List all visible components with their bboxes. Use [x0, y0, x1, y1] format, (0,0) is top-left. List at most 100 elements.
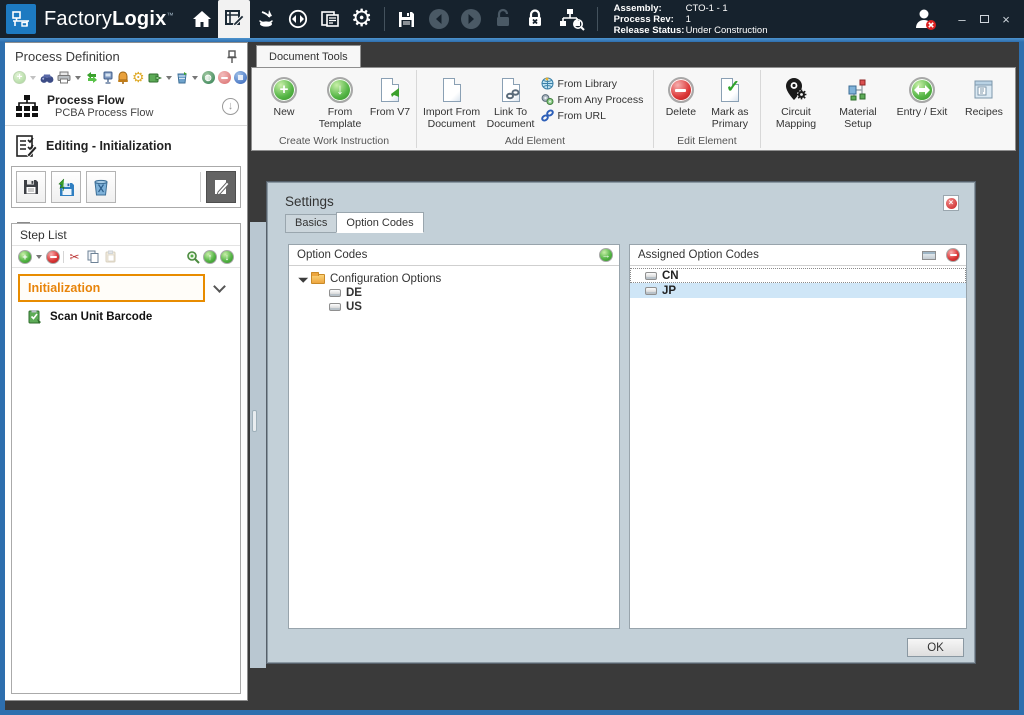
dropdown-caret-icon[interactable]	[75, 76, 81, 80]
move-down-icon[interactable]: ↓	[220, 250, 234, 264]
assign-option-icon[interactable]: →	[599, 248, 613, 262]
tree-node-configuration-options[interactable]: Configuration Options	[299, 271, 615, 286]
step-row-initialization[interactable]: Initialization	[18, 274, 234, 302]
close-button[interactable]: ×	[998, 11, 1014, 27]
test-station-icon[interactable]	[102, 70, 114, 85]
dropdown-caret-icon[interactable]	[30, 76, 36, 80]
editing-header: Editing - Initialization	[5, 128, 247, 164]
process-rev-value: 1	[686, 14, 691, 25]
new-button[interactable]: + New	[256, 72, 312, 119]
rename-icon[interactable]	[922, 251, 936, 260]
option-codes-tree: Configuration Options DE US	[289, 266, 619, 314]
sync-icon[interactable]	[85, 70, 99, 85]
delete-button[interactable]: Delete	[658, 72, 704, 119]
editing-label: Editing - Initialization	[46, 139, 172, 153]
maximize-icon	[980, 15, 989, 23]
minimize-button[interactable]: –	[954, 11, 970, 27]
from-library-button[interactable]: From Library	[541, 77, 644, 90]
home-icon[interactable]	[186, 0, 218, 38]
entry-exit-arrows-icon	[909, 77, 935, 103]
zoom-step-icon[interactable]	[185, 249, 200, 264]
move-up-icon[interactable]: ↑	[203, 250, 217, 264]
ok-button[interactable]: OK	[907, 638, 964, 657]
save-icon[interactable]	[391, 0, 423, 38]
process-search-icon[interactable]	[551, 0, 591, 38]
back-icon[interactable]	[423, 0, 455, 38]
add-step-icon[interactable]: +	[18, 250, 32, 264]
delete-instruction-button[interactable]	[86, 171, 116, 203]
step-list-panel: Step List + ✂ ↑ ↓ Initialization S	[11, 223, 241, 694]
panel-splitter[interactable]	[250, 222, 266, 668]
dialog-close-button[interactable]: ×	[943, 195, 959, 211]
option-codes-panel: Option Codes → Configuration Options DE …	[288, 244, 620, 629]
splitter-grip[interactable]	[252, 410, 257, 432]
from-url-button[interactable]: From URL	[541, 109, 644, 122]
remove-icon[interactable]	[218, 70, 231, 85]
expand-down-icon[interactable]: ↓	[222, 98, 239, 115]
divider	[5, 125, 247, 126]
gear-yellow-icon[interactable]: ⚙	[132, 70, 145, 85]
from-template-button[interactable]: ↓ From Template	[312, 72, 368, 130]
print-icon[interactable]	[57, 70, 71, 85]
editing-checklist-icon	[15, 134, 37, 158]
delete-minus-icon	[668, 77, 694, 103]
process-flow-row[interactable]: Process Flow PCBA Process Flow ↓	[5, 87, 247, 123]
primary-check-icon: ✓	[721, 78, 739, 102]
from-v7-button[interactable]: From V7	[368, 72, 412, 119]
maximize-button[interactable]	[976, 11, 992, 27]
option-code-icon	[645, 272, 657, 280]
unlock-icon[interactable]	[487, 0, 519, 38]
dropdown-caret-icon[interactable]	[192, 76, 198, 80]
settings-gear-icon[interactable]: ⚙	[346, 0, 378, 38]
process-definition-panel: Process Definition + ⚙ ◍ Process Flow	[5, 42, 248, 701]
export-flag-icon[interactable]	[148, 70, 162, 85]
recipes-button[interactable]: Recipes	[961, 72, 1007, 150]
dropdown-caret-icon[interactable]	[166, 76, 172, 80]
chevron-down-icon[interactable]	[213, 280, 226, 293]
stop-icon[interactable]	[234, 70, 247, 85]
edit-instruction-toggle[interactable]	[206, 171, 236, 203]
tab-document-tools[interactable]: Document Tools	[256, 45, 361, 67]
unassign-option-icon[interactable]	[946, 248, 960, 262]
assigned-item-cn[interactable]: CN	[630, 268, 966, 283]
app-logo-icon[interactable]	[6, 4, 36, 34]
tree-node-de[interactable]: DE	[299, 286, 615, 300]
bell-icon[interactable]	[117, 70, 129, 85]
mark-as-primary-button[interactable]: ✓ Mark as Primary	[704, 72, 756, 130]
link-to-document-button[interactable]: Link To Document	[483, 72, 539, 130]
step-row-scan-unit-barcode[interactable]: Scan Unit Barcode	[12, 302, 240, 324]
copy-icon[interactable]	[85, 249, 100, 264]
archive-icon[interactable]	[176, 70, 188, 85]
from-any-process-button[interactable]: From Any Process	[541, 93, 644, 106]
process-definition-icon[interactable]	[218, 0, 250, 38]
tree-node-us[interactable]: US	[299, 300, 615, 314]
import-from-document-button[interactable]: Import From Document	[421, 72, 483, 130]
recipes-icon	[972, 78, 996, 102]
material-setup-button[interactable]: Material Setup	[833, 72, 883, 150]
entry-exit-button[interactable]: Entry / Exit	[893, 72, 951, 150]
step-list-toolbar: + ✂ ↑ ↓	[12, 246, 240, 268]
dispatch-icon[interactable]	[282, 0, 314, 38]
step-list-title: Step List	[12, 224, 240, 246]
pin-icon[interactable]	[227, 50, 237, 64]
user-icon[interactable]	[910, 4, 940, 34]
add-icon[interactable]: +	[13, 70, 26, 85]
globe-icon[interactable]: ◍	[202, 70, 215, 85]
forward-icon[interactable]	[455, 0, 487, 38]
tab-option-codes[interactable]: Option Codes	[336, 212, 423, 233]
remove-step-icon[interactable]	[46, 250, 60, 264]
expander-icon[interactable]	[298, 273, 308, 283]
paste-icon[interactable]	[103, 249, 118, 264]
lock-close-icon[interactable]	[519, 0, 551, 38]
add-step-caret-icon[interactable]	[36, 255, 42, 259]
assigned-item-jp[interactable]: JP	[630, 283, 966, 298]
tab-basics[interactable]: Basics	[285, 214, 337, 233]
circuit-mapping-button[interactable]: Circuit Mapping	[769, 72, 823, 150]
find-binoculars-icon[interactable]	[40, 70, 54, 85]
import-instruction-button[interactable]	[51, 171, 81, 203]
reports-icon[interactable]	[314, 0, 346, 38]
cut-icon[interactable]: ✂	[67, 249, 82, 264]
production-icon[interactable]	[250, 0, 282, 38]
download-arrow-icon: ↓	[327, 77, 353, 103]
save-instruction-button[interactable]	[16, 171, 46, 203]
